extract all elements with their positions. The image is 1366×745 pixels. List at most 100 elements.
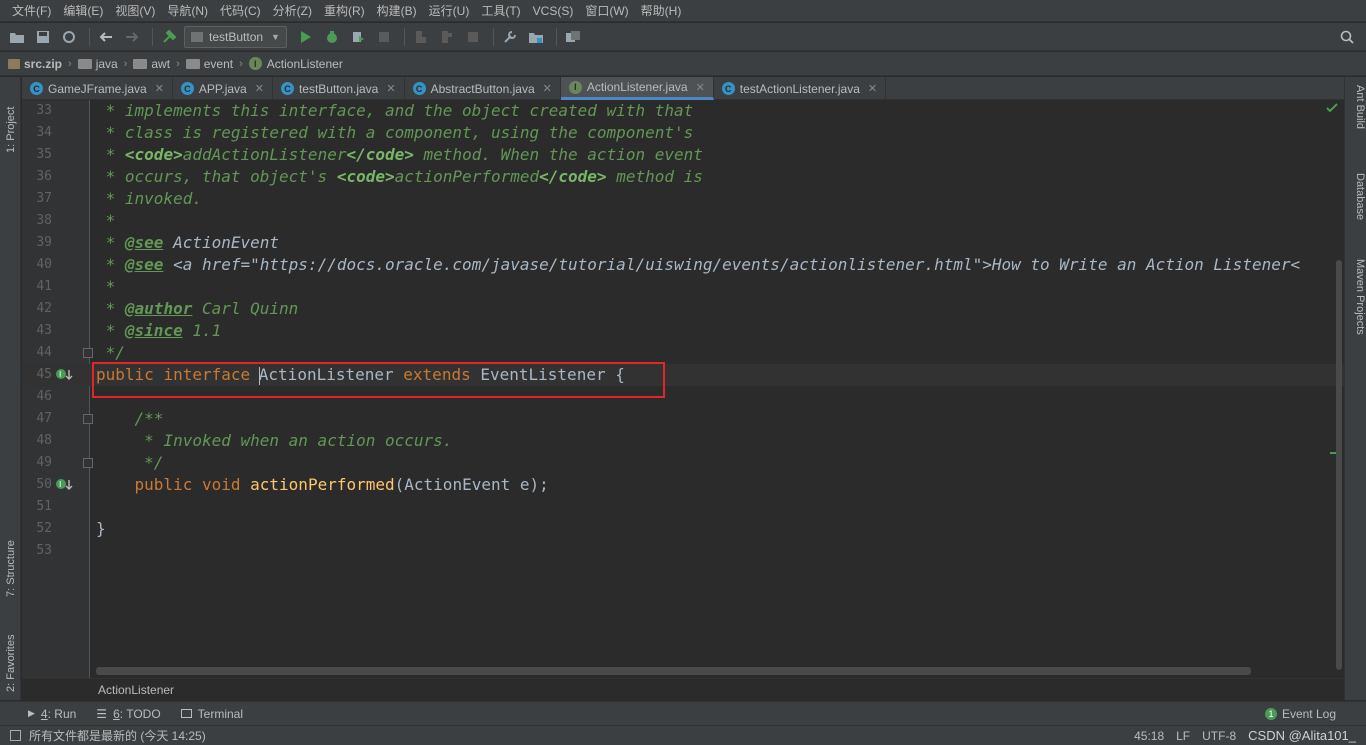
- caret-position[interactable]: 45:18: [1134, 729, 1164, 743]
- tool-tab-ant-build[interactable]: Ant Build: [1348, 85, 1366, 165]
- editor-tab[interactable]: I ActionListener.java ✕: [560, 77, 714, 100]
- menu-item[interactable]: 重构(R): [318, 0, 371, 22]
- vertical-scrollbar[interactable]: [1336, 260, 1342, 670]
- breadcrumb-item-awt[interactable]: awt: [133, 57, 170, 71]
- doc-text: * occurs, that object's: [96, 167, 337, 186]
- code-editor[interactable]: 33 * implements this interface, and the …: [22, 100, 1344, 678]
- close-icon[interactable]: ✕: [543, 82, 552, 95]
- vcs-update-icon[interactable]: [410, 26, 432, 48]
- coverage-icon[interactable]: [347, 26, 369, 48]
- editor-tab-label: APP.java: [198, 81, 247, 96]
- menu-item[interactable]: 窗口(W): [579, 0, 634, 22]
- code-line: 50 I public void actionPerformed(ActionE…: [22, 474, 1344, 496]
- editor-tab[interactable]: CtestActionListener.java ✕: [714, 77, 887, 100]
- editor-breadcrumb-item[interactable]: ActionListener: [98, 683, 174, 697]
- close-icon[interactable]: ✕: [696, 81, 705, 94]
- close-icon[interactable]: ✕: [868, 82, 877, 95]
- code-text: * occurs, that object's <code>actionPerf…: [96, 166, 703, 188]
- code-text: * Invoked when an action occurs.: [96, 431, 453, 450]
- close-icon[interactable]: ✕: [155, 82, 164, 95]
- tool-button-run[interactable]: ▶ 4: Run: [28, 707, 76, 721]
- implemented-by-icon[interactable]: I: [55, 367, 75, 383]
- editor-tab[interactable]: C GameJFrame.java ✕: [22, 77, 173, 100]
- tool-tab-project[interactable]: 1: Project: [2, 83, 20, 153]
- inspection-ok-check-icon[interactable]: [1326, 102, 1338, 116]
- menu-item[interactable]: VCS(S): [527, 0, 580, 22]
- fold-marker-icon[interactable]: [83, 414, 93, 424]
- interface-icon: I: [568, 80, 582, 94]
- menu-item[interactable]: 编辑(E): [57, 0, 109, 22]
- close-icon[interactable]: ✕: [255, 82, 264, 95]
- fold-marker-icon[interactable]: [83, 348, 93, 358]
- tool-tab-structure[interactable]: 7: Structure: [2, 507, 20, 597]
- breadcrumb-item-src-zip[interactable]: src.zip: [8, 57, 62, 71]
- search-everywhere-icon[interactable]: [1336, 26, 1358, 48]
- code-text: * <code>addActionListener</code> method.…: [96, 144, 703, 166]
- open-folder-icon[interactable]: [6, 26, 28, 48]
- back-arrow-icon[interactable]: [95, 26, 117, 48]
- line-number: 52: [36, 521, 52, 536]
- code-line: 43 * @since 1.1: [22, 320, 1344, 342]
- close-icon[interactable]: ✕: [386, 82, 395, 95]
- editor-tab[interactable]: CtestButton.java ✕: [273, 77, 405, 100]
- menu-item[interactable]: 运行(U): [423, 0, 476, 22]
- menu-item[interactable]: 视图(V): [109, 0, 161, 22]
- tool-tab-maven-projects[interactable]: Maven Projects: [1348, 259, 1366, 369]
- menu-item[interactable]: 工具(T): [475, 0, 526, 22]
- tool-button-event-log[interactable]: 1 Event Log: [1264, 707, 1336, 721]
- line-separator[interactable]: LF: [1176, 729, 1190, 743]
- tool-tab-label: 1: Project: [5, 106, 17, 153]
- javadoc-tag: @author: [124, 299, 193, 318]
- doc-text: *: [96, 233, 125, 252]
- line-number: 43: [36, 323, 52, 338]
- menu-item[interactable]: 文件(F): [6, 0, 57, 22]
- implemented-by-icon[interactable]: I: [55, 477, 75, 493]
- fold-marker-icon[interactable]: [83, 458, 93, 468]
- file-encoding[interactable]: UTF-8: [1202, 729, 1236, 743]
- toolbar-separator: [492, 27, 494, 46]
- breadcrumb-item-event[interactable]: event: [185, 57, 233, 71]
- html-tag: <code>: [336, 167, 395, 186]
- doc-text: *: [96, 255, 125, 274]
- menu-item[interactable]: 导航(N): [161, 0, 214, 22]
- vcs-commit-icon[interactable]: [436, 26, 458, 48]
- save-icon[interactable]: [32, 26, 54, 48]
- menu-item[interactable]: 帮助(H): [635, 0, 688, 22]
- doc-text: ActionEvent: [163, 233, 280, 252]
- breadcrumb-label: awt: [151, 56, 171, 71]
- line-number: 42: [36, 301, 52, 316]
- menu-item[interactable]: 分析(Z): [267, 0, 318, 22]
- breadcrumb-label: src.zip: [24, 56, 63, 71]
- tool-tab-label: Database: [1354, 173, 1366, 221]
- menu-item[interactable]: 构建(B): [371, 0, 423, 22]
- forward-arrow-icon[interactable]: [121, 26, 143, 48]
- sync-icon[interactable]: [58, 26, 80, 48]
- tool-button-todo[interactable]: ☰ 6: TODO: [96, 707, 160, 721]
- settings-wrench-icon[interactable]: [499, 26, 521, 48]
- project-structure-icon[interactable]: [525, 26, 547, 48]
- breadcrumb-item-java[interactable]: java: [77, 57, 118, 71]
- javadoc-tag: @since: [124, 321, 183, 340]
- debug-bug-icon[interactable]: [321, 26, 343, 48]
- tool-tab-favorites[interactable]: 2: Favorites: [2, 607, 20, 692]
- left-tool-window-strip: 1: Project 7: Structure 2: Favorites: [0, 77, 21, 700]
- horizontal-scrollbar[interactable]: [96, 667, 1251, 675]
- tool-tab-database[interactable]: Database: [1348, 173, 1366, 248]
- editor-tab[interactable]: C AbstractButton.java ✕: [405, 77, 561, 100]
- run-icon[interactable]: [295, 26, 317, 48]
- chevron-down-icon: ▼: [271, 31, 280, 42]
- todo-list-icon: ☰: [96, 706, 108, 721]
- code-line: 39 * @see ActionEvent: [22, 232, 1344, 254]
- stop-icon[interactable]: [373, 26, 395, 48]
- run-configuration-select[interactable]: testButton ▼: [184, 25, 287, 48]
- status-toggle-icon[interactable]: [10, 730, 21, 741]
- line-number: 51: [36, 499, 52, 514]
- build-hammer-icon[interactable]: [158, 26, 180, 48]
- sdk-manager-icon[interactable]: [562, 26, 584, 48]
- line-number: 34: [36, 125, 52, 140]
- vcs-history-icon[interactable]: [462, 26, 484, 48]
- tool-button-terminal[interactable]: Terminal: [180, 707, 243, 721]
- breadcrumb-item-actionlistener[interactable]: I ActionListener: [248, 57, 343, 71]
- editor-tab[interactable]: C APP.java ✕: [173, 77, 273, 100]
- menu-item[interactable]: 代码(C): [214, 0, 267, 22]
